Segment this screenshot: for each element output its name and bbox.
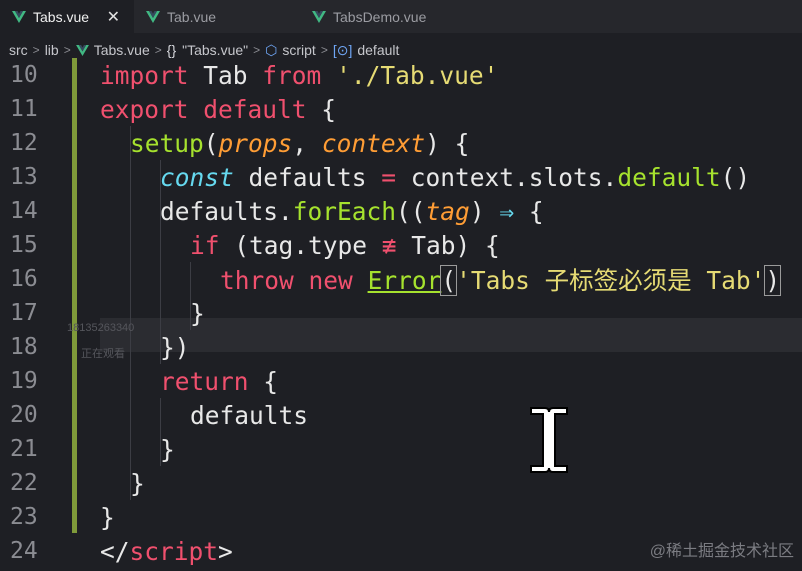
breadcrumb-component[interactable]: "Tabs.vue" [182, 42, 248, 58]
chevron-right-icon: > [63, 43, 71, 57]
text-cursor-icon [530, 407, 568, 473]
vue-file-icon [12, 10, 26, 23]
line-number: 16 [10, 266, 38, 292]
breadcrumb-script[interactable]: script [282, 42, 315, 58]
tab-label: Tab.vue [167, 8, 217, 25]
code-line[interactable]: 10 import Tab from './Tab.vue' [0, 58, 802, 92]
line-number: 22 [10, 470, 38, 496]
code-line[interactable]: 23 } [0, 500, 802, 534]
code-text: defaults [190, 400, 309, 430]
code-text: throw new Error('Tabs 子标签必须是 Tab') [220, 264, 782, 296]
line-number: 11 [10, 96, 38, 122]
watermark-site: @稀土掘金技术社区 [649, 543, 794, 560]
line-number: 23 [10, 504, 38, 530]
breadcrumb-file[interactable]: Tabs.vue [94, 42, 150, 58]
line-number: 17 [10, 300, 38, 326]
close-icon[interactable]: ✕ [107, 7, 120, 27]
line-number: 20 [10, 402, 38, 428]
code-text: } [160, 434, 175, 464]
code-text: }) [160, 332, 190, 362]
code-line[interactable]: 14 defaults.forEach((tag) ⇒ { [0, 194, 802, 228]
method-icon: [⊙] [332, 41, 353, 58]
line-number: 24 [10, 538, 38, 564]
code-text: defaults.forEach((tag) ⇒ { [160, 196, 544, 226]
code-editor[interactable]: 10 import Tab from './Tab.vue' 11 export… [0, 58, 802, 571]
line-number: 19 [10, 368, 38, 394]
line-number: 18 [10, 334, 38, 360]
chevron-right-icon: > [320, 43, 328, 57]
line-number: 13 [10, 164, 38, 190]
code-line[interactable]: 11 export default { [0, 92, 802, 126]
code-line[interactable]: 21 } [0, 432, 802, 466]
code-text: if (tag.type ≢ Tab) { [190, 230, 500, 260]
code-text: export default { [100, 94, 337, 124]
editor-tab-bar: Tabs.vue ✕ Tab.vue TabsDemo.vue [0, 0, 802, 33]
line-number: 21 [10, 436, 38, 462]
line-number: 10 [10, 62, 38, 88]
cube-icon: ⬡ [265, 41, 278, 58]
code-line[interactable]: 19 return { [0, 364, 802, 398]
code-line[interactable]: 22 } [0, 466, 802, 500]
code-line[interactable]: 15 if (tag.type ≢ Tab) { [0, 228, 802, 262]
tab-bar-empty-space [470, 0, 802, 33]
code-line[interactable]: 13 const defaults = context.slots.defaul… [0, 160, 802, 194]
vue-file-icon [146, 10, 160, 23]
line-number: 12 [10, 130, 38, 156]
code-text: </script> [100, 536, 233, 566]
chevron-right-icon: > [32, 43, 40, 57]
code-text: const defaults = context.slots.default() [160, 162, 751, 192]
chevron-right-icon: > [154, 43, 162, 57]
code-line[interactable]: 12 setup(props, context) { [0, 126, 802, 160]
breadcrumb-lib[interactable]: lib [45, 42, 59, 58]
tab-tabsdemo-vue[interactable]: TabsDemo.vue [300, 0, 470, 33]
vue-file-icon [75, 44, 89, 56]
code-text: } [130, 468, 145, 498]
breadcrumb-src[interactable]: src [9, 42, 28, 58]
braces-icon: {} [166, 42, 177, 58]
code-text: setup(props, context) { [130, 128, 470, 158]
chevron-right-icon: > [253, 43, 261, 57]
tab-label: Tabs.vue [33, 8, 90, 25]
tab-tabs-vue[interactable]: Tabs.vue ✕ [0, 0, 134, 33]
code-text: import Tab from './Tab.vue' [100, 60, 499, 90]
code-text: } [100, 502, 115, 532]
tab-tab-vue[interactable]: Tab.vue [134, 0, 300, 33]
watermark-phone: 18135263340 [67, 322, 135, 334]
watermark-watching: 正在观看 [81, 348, 125, 360]
line-number: 15 [10, 232, 38, 258]
code-line-current[interactable]: 16 throw new Error('Tabs 子标签必须是 Tab') [0, 262, 802, 296]
code-text: return { [160, 366, 279, 396]
line-number: 14 [10, 198, 38, 224]
code-text: } [190, 298, 205, 328]
code-line[interactable]: 20 defaults [0, 398, 802, 432]
breadcrumb-method[interactable]: default [357, 42, 399, 58]
vue-file-icon [312, 10, 326, 23]
tab-label: TabsDemo.vue [333, 8, 427, 25]
